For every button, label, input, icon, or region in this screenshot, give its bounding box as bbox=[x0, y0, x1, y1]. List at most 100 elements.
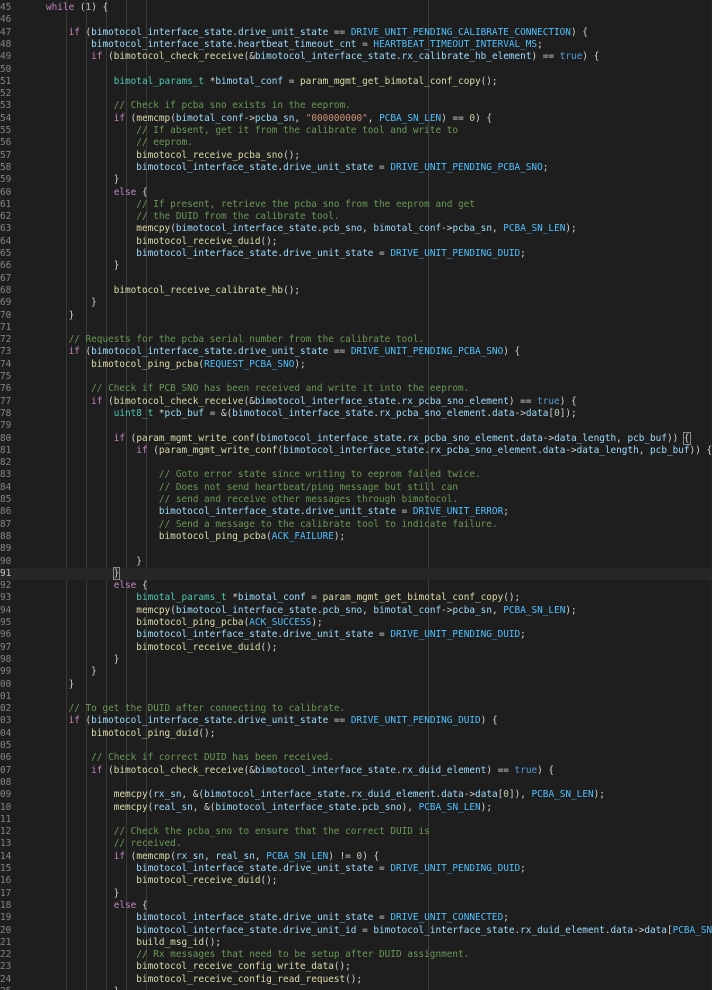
code-line[interactable]: 90 } bbox=[0, 556, 712, 568]
line-number[interactable]: 21 bbox=[0, 937, 18, 949]
line-number[interactable]: 45 bbox=[0, 2, 18, 14]
line-number[interactable]: 77 bbox=[0, 396, 18, 408]
code-text[interactable]: } bbox=[46, 297, 97, 309]
code-text[interactable]: // If present, retrieve the pcba sno fro… bbox=[46, 199, 475, 211]
code-line[interactable]: 01 bbox=[0, 691, 712, 703]
line-number[interactable]: 71 bbox=[0, 322, 18, 334]
line-number[interactable]: 60 bbox=[0, 187, 18, 199]
code-editor[interactable]: 45 while (1) {46 47 if (bimotocol_interfac… bbox=[0, 0, 712, 990]
code-text[interactable]: bimotocol_interface_state.drive_unit_sta… bbox=[46, 248, 526, 260]
code-text[interactable]: // Send a message to the calibrate tool … bbox=[46, 519, 498, 531]
line-number[interactable]: 52 bbox=[0, 88, 18, 100]
code-text[interactable]: // If absent, get it from the calibrate … bbox=[46, 125, 458, 137]
code-text[interactable]: memcpy(bimotocol_interface_state.pcb_sno… bbox=[46, 605, 576, 617]
code-line[interactable]: 84 // Does not send heartbeat/ping messa… bbox=[0, 482, 712, 494]
line-number[interactable]: 00 bbox=[0, 679, 18, 691]
line-number[interactable]: 72 bbox=[0, 334, 18, 346]
code-line[interactable]: 07 if (bimotocol_check_receive(&bimotoco… bbox=[0, 765, 712, 777]
code-line[interactable]: 98 } bbox=[0, 654, 712, 666]
code-line[interactable]: 52 bbox=[0, 88, 712, 100]
code-text[interactable]: } bbox=[46, 174, 120, 186]
code-text[interactable]: bimotocol_interface_state.drive_unit_sta… bbox=[46, 863, 526, 875]
line-number[interactable]: 62 bbox=[0, 211, 18, 223]
line-number[interactable]: 64 bbox=[0, 236, 18, 248]
line-number[interactable]: 20 bbox=[0, 925, 18, 937]
code-text[interactable]: // the DUID from the calibrate tool. bbox=[46, 211, 339, 223]
code-line[interactable]: 22 // Rx messages that need to be setup … bbox=[0, 949, 712, 961]
line-number[interactable]: 51 bbox=[0, 76, 18, 88]
line-number[interactable]: 96 bbox=[0, 629, 18, 641]
code-text[interactable]: bimotocol_ping_duid(); bbox=[46, 728, 215, 740]
code-line[interactable]: 91 } bbox=[0, 566, 712, 581]
code-line[interactable]: 55 // If absent, get it from the calibra… bbox=[0, 125, 712, 137]
code-line[interactable]: 71 bbox=[0, 322, 712, 334]
code-line[interactable]: 83 // Goto error state since writing to … bbox=[0, 469, 712, 481]
line-number[interactable]: 87 bbox=[0, 519, 18, 531]
code-text[interactable]: bimotal_params_t *bimotal_conf = param_m… bbox=[46, 592, 520, 604]
code-text[interactable]: if (bimotocol_interface_state.drive_unit… bbox=[46, 27, 588, 39]
code-line[interactable]: 96 bimotocol_interface_state.drive_unit_… bbox=[0, 629, 712, 641]
code-text[interactable]: // Check the pcba_sno to ensure that the… bbox=[46, 826, 430, 838]
code-text[interactable]: // Goto error state since writing to eep… bbox=[46, 469, 481, 481]
code-text[interactable]: if (bimotocol_check_receive(&bimotocol_i… bbox=[46, 396, 577, 408]
code-text[interactable]: // To get the DUID after connecting to c… bbox=[46, 703, 346, 715]
code-text[interactable]: memcpy(bimotocol_interface_state.pcb_sno… bbox=[46, 223, 576, 235]
code-line[interactable]: 88 bimotocol_ping_pcba(ACK_FAILURE); bbox=[0, 531, 712, 543]
code-text[interactable]: if (param_mgmt_write_conf(bimotocol_inte… bbox=[46, 445, 712, 457]
code-line[interactable]: 48 bimotocol_interface_state.heartbeat_t… bbox=[0, 39, 712, 51]
code-line[interactable]: 59 } bbox=[0, 174, 712, 186]
line-number[interactable]: 55 bbox=[0, 125, 18, 137]
code-text[interactable]: while (1) { bbox=[46, 2, 108, 14]
code-text[interactable]: else { bbox=[46, 900, 148, 912]
code-line[interactable]: 13 // received. bbox=[0, 838, 712, 850]
code-line[interactable]: 46 bbox=[0, 14, 712, 26]
line-number[interactable]: 12 bbox=[0, 826, 18, 838]
line-number[interactable]: 97 bbox=[0, 642, 18, 654]
code-line[interactable]: 93 bimotal_params_t *bimotal_conf = para… bbox=[0, 592, 712, 604]
line-number[interactable]: 09 bbox=[0, 789, 18, 801]
line-number[interactable]: 89 bbox=[0, 543, 18, 555]
code-text[interactable]: bimotocol_interface_state.heartbeat_time… bbox=[46, 39, 543, 51]
line-number[interactable]: 63 bbox=[0, 223, 18, 235]
code-line[interactable]: 19 bimotocol_interface_state.drive_unit_… bbox=[0, 912, 712, 924]
code-text[interactable]: if (param_mgmt_write_conf(bimotocol_inte… bbox=[46, 431, 691, 445]
line-number[interactable]: 75 bbox=[0, 371, 18, 383]
code-line[interactable]: 63 memcpy(bimotocol_interface_state.pcb_… bbox=[0, 223, 712, 235]
code-line[interactable]: 66 } bbox=[0, 260, 712, 272]
code-line[interactable]: 78 uint8_t *pcb_buf = &(bimotocol_interf… bbox=[0, 408, 712, 420]
line-number[interactable]: 04 bbox=[0, 728, 18, 740]
code-text[interactable]: bimotocol_ping_pcba(REQUEST_PCBA_SNO); bbox=[46, 359, 306, 371]
code-line[interactable]: 67 bbox=[0, 273, 712, 285]
code-text[interactable]: bimotocol_receive_config_read_request(); bbox=[46, 974, 362, 986]
code-line[interactable]: 65 bimotocol_interface_state.drive_unit_… bbox=[0, 248, 712, 260]
code-line[interactable]: 02 // To get the DUID after connecting t… bbox=[0, 703, 712, 715]
code-text[interactable]: if (memcmp(rx_sn, real_sn, PCBA_SN_LEN) … bbox=[46, 851, 379, 863]
code-line[interactable]: 85 // send and receive other messages th… bbox=[0, 494, 712, 506]
code-line[interactable]: 60 else { bbox=[0, 187, 712, 199]
code-line[interactable]: 95 bimotocol_ping_pcba(ACK_SUCCESS); bbox=[0, 617, 712, 629]
code-line[interactable]: 04 bimotocol_ping_duid(); bbox=[0, 728, 712, 740]
code-line[interactable]: 53 // Check if pcba sno exists in the ee… bbox=[0, 100, 712, 112]
code-text[interactable]: else { bbox=[46, 580, 148, 592]
line-number[interactable]: 02 bbox=[0, 703, 18, 715]
line-number[interactable]: 25 bbox=[0, 986, 18, 990]
code-text[interactable]: if (bimotocol_check_receive(&bimotocol_i… bbox=[46, 51, 599, 63]
code-text[interactable]: // Check if PCB_SNO has been received an… bbox=[46, 383, 469, 395]
code-text[interactable]: // Requests for the pcba serial number f… bbox=[46, 334, 425, 346]
code-line[interactable]: 62 // the DUID from the calibrate tool. bbox=[0, 211, 712, 223]
code-line[interactable]: 69 } bbox=[0, 297, 712, 309]
line-number[interactable]: 50 bbox=[0, 64, 18, 76]
code-text[interactable]: // Rx messages that need to be setup aft… bbox=[46, 949, 469, 961]
code-text[interactable]: bimotocol_receive_config_write_data(); bbox=[46, 961, 351, 973]
code-text[interactable]: bimotal_params_t *bimotal_conf = param_m… bbox=[46, 76, 498, 88]
line-number[interactable]: 79 bbox=[0, 420, 18, 432]
code-text[interactable]: // eeprom. bbox=[46, 137, 192, 149]
line-number[interactable]: 88 bbox=[0, 531, 18, 543]
code-line[interactable]: 24 bimotocol_receive_config_read_request… bbox=[0, 974, 712, 986]
line-number[interactable]: 94 bbox=[0, 605, 18, 617]
line-number[interactable]: 47 bbox=[0, 27, 18, 39]
line-number[interactable]: 95 bbox=[0, 617, 18, 629]
code-text[interactable]: bimotocol_receive_duid(); bbox=[46, 875, 277, 887]
code-line[interactable]: 05 bbox=[0, 740, 712, 752]
code-line[interactable]: 06 // Check if correct DUID has been rec… bbox=[0, 752, 712, 764]
